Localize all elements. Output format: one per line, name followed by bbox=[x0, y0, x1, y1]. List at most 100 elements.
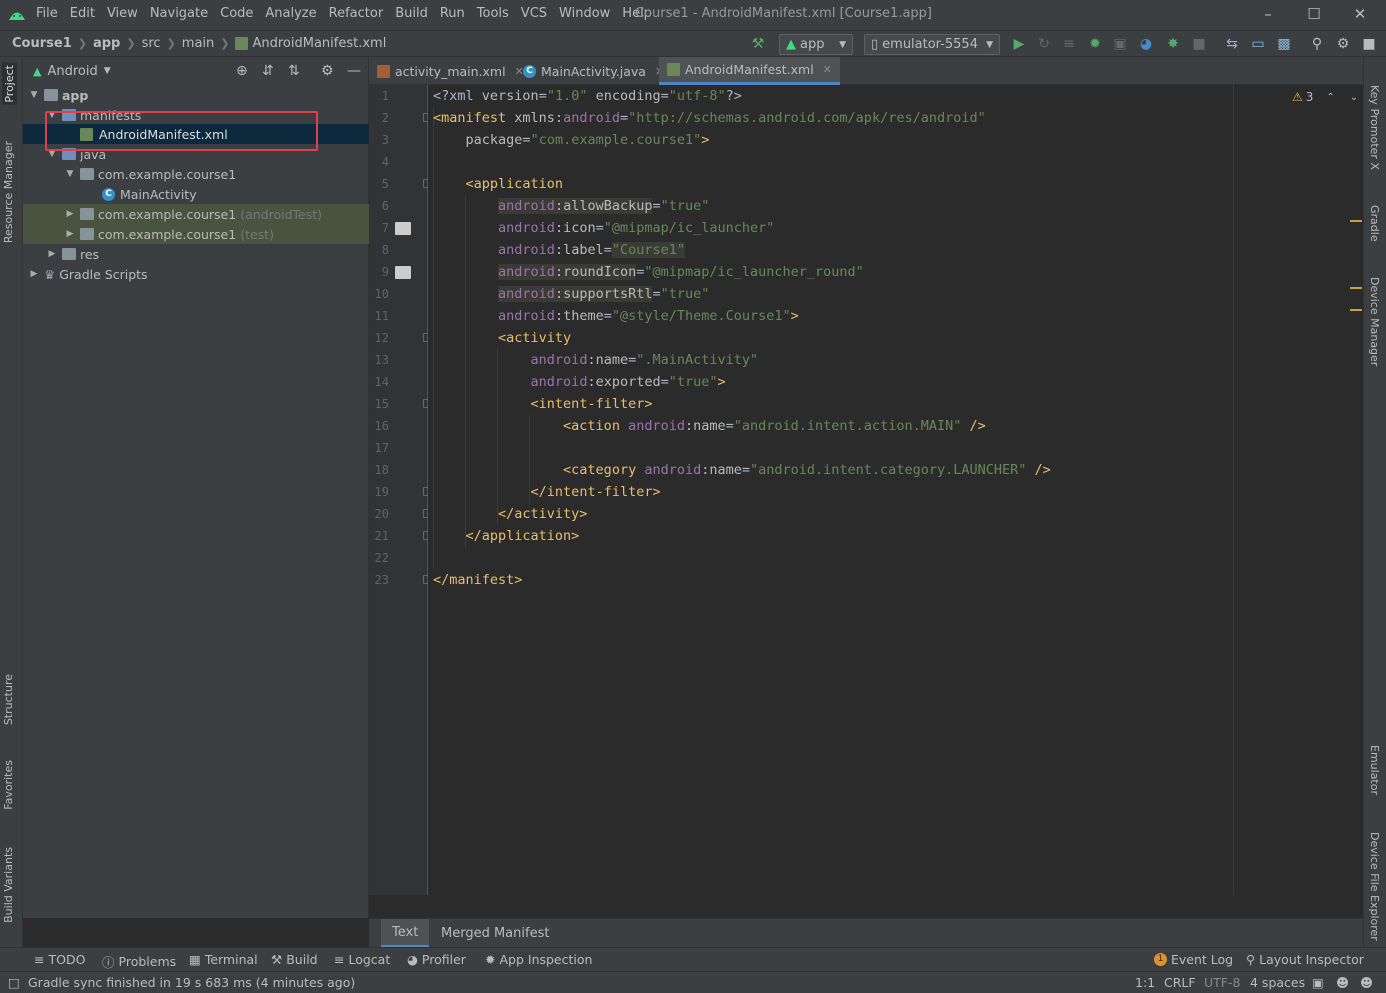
code-editor[interactable]: <?xml version="1.0" encoding="utf-8"?> <… bbox=[428, 85, 1363, 895]
tab-structure[interactable]: Structure bbox=[2, 674, 15, 725]
tree-item-res[interactable]: ▶ res bbox=[23, 244, 369, 264]
maximize-icon[interactable]: ☐ bbox=[1304, 4, 1324, 24]
menu-build[interactable]: Build bbox=[395, 6, 428, 21]
debug-icon[interactable]: ✹ bbox=[1087, 36, 1103, 52]
run-coverage-icon[interactable]: ▣ bbox=[1112, 36, 1128, 52]
tab-android-manifest-xml[interactable]: AndroidManifest.xml ✕ bbox=[659, 57, 840, 85]
sync-gradle-icon[interactable]: ⇆ bbox=[1224, 36, 1240, 52]
tool-app-inspection[interactable]: ✹ App Inspection bbox=[485, 952, 592, 967]
tab-gradle[interactable]: Gradle bbox=[1368, 205, 1381, 242]
smiley-icon[interactable]: ☻ bbox=[1336, 975, 1349, 990]
breadcrumb-file[interactable]: AndroidManifest.xml bbox=[252, 36, 386, 51]
tab-resource-manager[interactable]: Resource Manager bbox=[2, 141, 15, 243]
tab-text[interactable]: Text bbox=[381, 919, 430, 948]
menu-navigate[interactable]: Navigate bbox=[150, 6, 208, 21]
menu-vcs[interactable]: VCS bbox=[521, 6, 547, 21]
device-manager-icon[interactable]: ▭ bbox=[1250, 36, 1266, 52]
indent-setting[interactable]: 4 spaces bbox=[1250, 975, 1305, 990]
chevron-right-icon[interactable]: ▶ bbox=[64, 229, 76, 239]
locate-file-icon[interactable]: ⊕ bbox=[236, 63, 248, 79]
tree-item-app[interactable]: ▼ app bbox=[23, 85, 369, 105]
search-icon[interactable]: ⚲ bbox=[1309, 36, 1325, 52]
menu-file[interactable]: File bbox=[36, 6, 58, 21]
tab-favorites[interactable]: Favorites bbox=[2, 760, 15, 810]
chevron-down-icon[interactable]: ▼ bbox=[104, 66, 111, 76]
tool-todo[interactable]: ≡ TODO bbox=[34, 952, 85, 967]
status-message[interactable]: Gradle sync finished in 19 s 683 ms (4 m… bbox=[28, 975, 355, 990]
breadcrumb-main[interactable]: main bbox=[182, 36, 214, 51]
warning-stripe-mark[interactable] bbox=[1350, 309, 1362, 311]
tab-build-variants[interactable]: Build Variants bbox=[2, 847, 15, 923]
gear-icon[interactable]: ⚙ bbox=[321, 63, 334, 79]
tab-main-activity-java[interactable]: C MainActivity.java ✕ bbox=[515, 57, 672, 85]
toggle-tool-windows-icon[interactable]: □ bbox=[8, 975, 20, 990]
breadcrumb-src[interactable]: src bbox=[142, 36, 161, 51]
image-preview-icon[interactable] bbox=[395, 266, 411, 279]
feedback-icon[interactable]: ☻ bbox=[1360, 975, 1373, 990]
breadcrumb-module[interactable]: app bbox=[93, 36, 120, 51]
caret-position[interactable]: 1:1 bbox=[1135, 975, 1155, 990]
breadcrumb-project[interactable]: Course1 bbox=[12, 36, 72, 51]
attach-debugger-icon[interactable]: ✸ bbox=[1165, 36, 1181, 52]
tree-item-package-main[interactable]: ▼ com.example.course1 bbox=[23, 164, 369, 184]
menu-edit[interactable]: Edit bbox=[70, 6, 95, 21]
tab-key-promoter[interactable]: Key Promoter X bbox=[1368, 85, 1381, 170]
device-select[interactable]: ▯ emulator-5554 ▼ bbox=[864, 34, 1000, 55]
menu-run[interactable]: Run bbox=[440, 6, 465, 21]
tab-device-manager[interactable]: Device Manager bbox=[1368, 277, 1381, 366]
expand-all-icon[interactable]: ⇵ bbox=[262, 63, 274, 79]
chevron-right-icon[interactable]: ▶ bbox=[46, 249, 58, 259]
inspection-widget[interactable]: ⚠ 3 ⌃ ⌄ bbox=[1292, 90, 1358, 104]
tree-item-main-activity[interactable]: C MainActivity bbox=[23, 184, 369, 204]
chevron-right-icon[interactable]: ▶ bbox=[28, 269, 40, 279]
run-icon[interactable]: ▶ bbox=[1011, 36, 1027, 52]
menu-refactor[interactable]: Refactor bbox=[329, 6, 384, 21]
tool-terminal[interactable]: ▦ Terminal bbox=[189, 952, 258, 967]
chevron-right-icon[interactable]: ▶ bbox=[64, 209, 76, 219]
lock-icon[interactable]: ▣ bbox=[1312, 975, 1324, 990]
chevron-down-icon[interactable]: ▼ bbox=[28, 90, 40, 100]
tab-project[interactable]: Project bbox=[2, 63, 17, 105]
stop-icon[interactable]: ■ bbox=[1191, 36, 1207, 52]
tree-item-package-test[interactable]: ▶ com.example.course1 (test) bbox=[23, 224, 369, 244]
apply-code-changes-icon[interactable]: ≡ bbox=[1061, 36, 1077, 52]
tab-device-file-explorer[interactable]: Device File Explorer bbox=[1368, 832, 1381, 941]
tab-merged-manifest[interactable]: Merged Manifest bbox=[430, 919, 560, 948]
menu-analyze[interactable]: Analyze bbox=[265, 6, 316, 21]
tool-build[interactable]: ⚒ Build bbox=[271, 952, 318, 967]
minimize-icon[interactable]: – bbox=[1258, 4, 1278, 24]
close-tab-icon[interactable]: ✕ bbox=[823, 63, 832, 76]
tree-item-package-android-test[interactable]: ▶ com.example.course1 (androidTest) bbox=[23, 204, 369, 224]
tree-item-gradle-scripts[interactable]: ▶ ♛ Gradle Scripts bbox=[23, 264, 369, 284]
hammer-build-icon[interactable]: ⚒ bbox=[750, 36, 766, 52]
chevron-up-icon[interactable]: ⌃ bbox=[1326, 92, 1334, 103]
chevron-down-icon[interactable]: ▼ bbox=[64, 169, 76, 179]
profile-icon[interactable]: ◕ bbox=[1138, 36, 1154, 52]
tab-emulator[interactable]: Emulator bbox=[1368, 745, 1381, 795]
tool-profiler[interactable]: ◕ Profiler bbox=[407, 952, 466, 967]
project-view-mode[interactable]: Android bbox=[47, 64, 97, 79]
avatar[interactable]: ■ bbox=[1361, 36, 1377, 52]
apply-changes-icon[interactable]: ↻ bbox=[1036, 36, 1052, 52]
tool-problems[interactable]: ⓘ Problems bbox=[102, 952, 176, 971]
file-encoding[interactable]: UTF-8 bbox=[1204, 975, 1240, 990]
tab-activity-main-xml[interactable]: activity_main.xml ✕ bbox=[369, 57, 532, 85]
tool-event-log[interactable]: 1 Event Log bbox=[1154, 952, 1233, 967]
image-preview-icon[interactable] bbox=[395, 222, 411, 235]
sdk-manager-icon[interactable]: ▩ bbox=[1276, 36, 1292, 52]
chevron-down-icon[interactable]: ⌄ bbox=[1350, 92, 1358, 103]
close-icon[interactable]: ✕ bbox=[1350, 4, 1370, 24]
gear-icon[interactable]: ⚙ bbox=[1335, 36, 1351, 52]
collapse-all-icon[interactable]: ⇅ bbox=[288, 63, 300, 79]
line-separator[interactable]: CRLF bbox=[1164, 975, 1196, 990]
warning-stripe-mark[interactable] bbox=[1350, 287, 1362, 289]
menu-code[interactable]: Code bbox=[220, 6, 253, 21]
run-config-select[interactable]: ▲ app ▼ bbox=[779, 34, 853, 55]
hide-panel-icon[interactable]: — bbox=[347, 63, 361, 79]
menu-view[interactable]: View bbox=[107, 6, 138, 21]
menu-window[interactable]: Window bbox=[559, 6, 610, 21]
warning-stripe-mark[interactable] bbox=[1350, 220, 1362, 222]
tool-logcat[interactable]: ≡ Logcat bbox=[334, 952, 390, 967]
menu-tools[interactable]: Tools bbox=[477, 6, 509, 21]
tool-layout-inspector[interactable]: ⚲ Layout Inspector bbox=[1246, 952, 1364, 967]
